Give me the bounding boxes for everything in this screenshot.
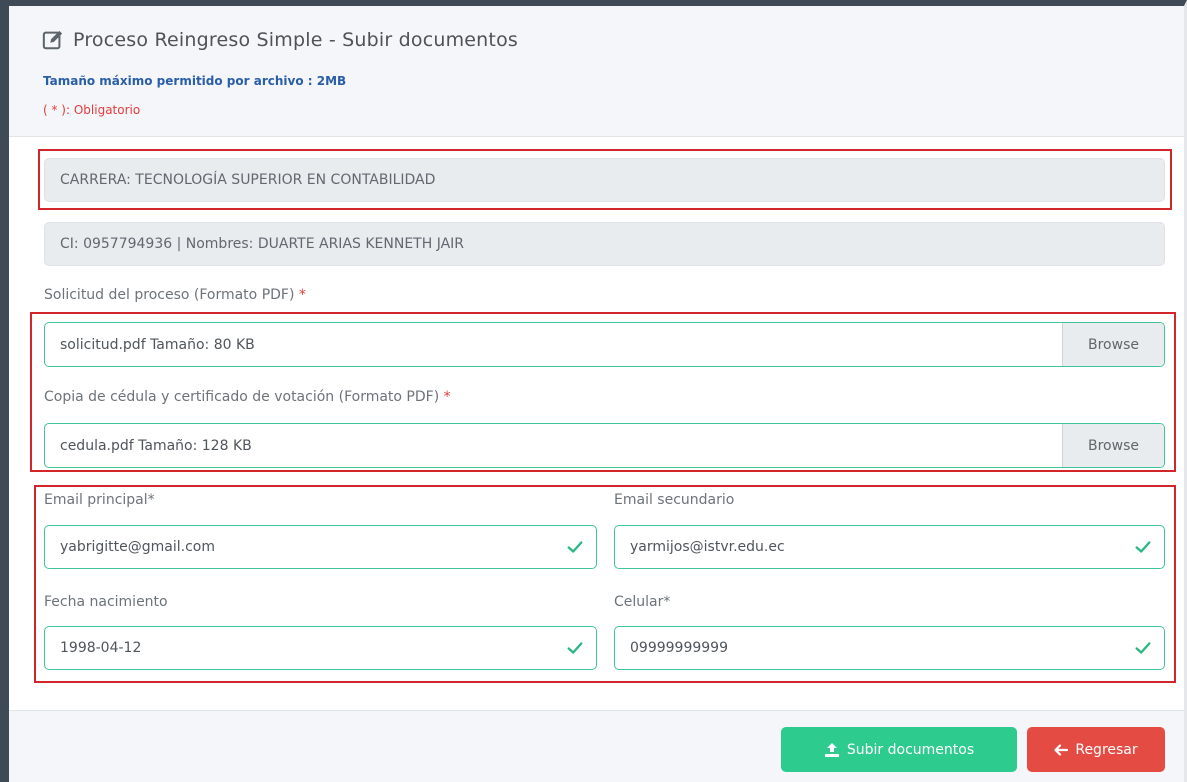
student-info-field: CI: 0957794936 | Nombres: DUARTE ARIAS K… xyxy=(44,222,1165,266)
upload-documents-button[interactable]: Subir documentos xyxy=(781,727,1017,772)
check-icon xyxy=(567,541,583,553)
max-size-note: Tamaño máximo permitido por archivo : 2M… xyxy=(43,74,347,88)
fecha-nacimiento-label: Fecha nacimiento xyxy=(44,594,168,610)
email-principal-input[interactable]: yabrigitte@gmail.com xyxy=(44,525,597,569)
required-note: ( * ): Obligatorio xyxy=(43,103,141,117)
email-secundario-value: yarmijos@istvr.edu.ec xyxy=(630,539,785,555)
required-mark: * xyxy=(443,389,451,405)
fecha-nacimiento-input[interactable]: 1998-04-12 xyxy=(44,626,597,670)
email-principal-value: yabrigitte@gmail.com xyxy=(60,539,215,555)
solicitud-file-name: solicitud.pdf Tamaño: 80 KB xyxy=(60,336,255,353)
celular-label: Celular* xyxy=(614,594,671,610)
upload-documents-label: Subir documentos xyxy=(846,741,975,758)
cedula-file-name: cedula.pdf Tamaño: 128 KB xyxy=(60,437,252,454)
check-icon xyxy=(567,642,583,654)
required-mark: * xyxy=(298,287,306,303)
back-label: Regresar xyxy=(1075,741,1138,758)
back-button[interactable]: Regresar xyxy=(1027,727,1165,772)
carrera-field: CARRERA: TECNOLOGÍA SUPERIOR EN CONTABIL… xyxy=(44,158,1165,202)
email-principal-label: Email principal* xyxy=(44,492,155,508)
cedula-browse-button[interactable]: Browse xyxy=(1062,424,1164,467)
cedula-label: Copia de cédula y certificado de votació… xyxy=(44,389,451,405)
solicitud-file-input[interactable]: solicitud.pdf Tamaño: 80 KB Browse xyxy=(44,322,1165,367)
celular-value: 09999999999 xyxy=(630,640,728,656)
page-title-text: Proceso Reingreso Simple - Subir documen… xyxy=(73,29,518,51)
edit-icon xyxy=(42,30,63,50)
upload-icon xyxy=(824,742,839,757)
solicitud-browse-button[interactable]: Browse xyxy=(1062,323,1164,366)
card-header: Proceso Reingreso Simple - Subir documen… xyxy=(9,6,1184,137)
solicitud-label: Solicitud del proceso (Formato PDF) * xyxy=(44,287,306,303)
celular-input[interactable]: 09999999999 xyxy=(614,626,1165,670)
page-title: Proceso Reingreso Simple - Subir documen… xyxy=(42,29,518,51)
arrow-left-icon xyxy=(1054,743,1069,756)
cedula-file-input[interactable]: cedula.pdf Tamaño: 128 KB Browse xyxy=(44,423,1165,468)
email-secundario-label: Email secundario xyxy=(614,492,735,508)
solicitud-label-text: Solicitud del proceso (Formato PDF) xyxy=(44,287,295,303)
fecha-nacimiento-value: 1998-04-12 xyxy=(60,640,142,656)
cedula-label-text: Copia de cédula y certificado de votació… xyxy=(44,389,440,405)
email-secundario-input[interactable]: yarmijos@istvr.edu.ec xyxy=(614,525,1165,569)
check-icon xyxy=(1135,642,1151,654)
check-icon xyxy=(1135,541,1151,553)
